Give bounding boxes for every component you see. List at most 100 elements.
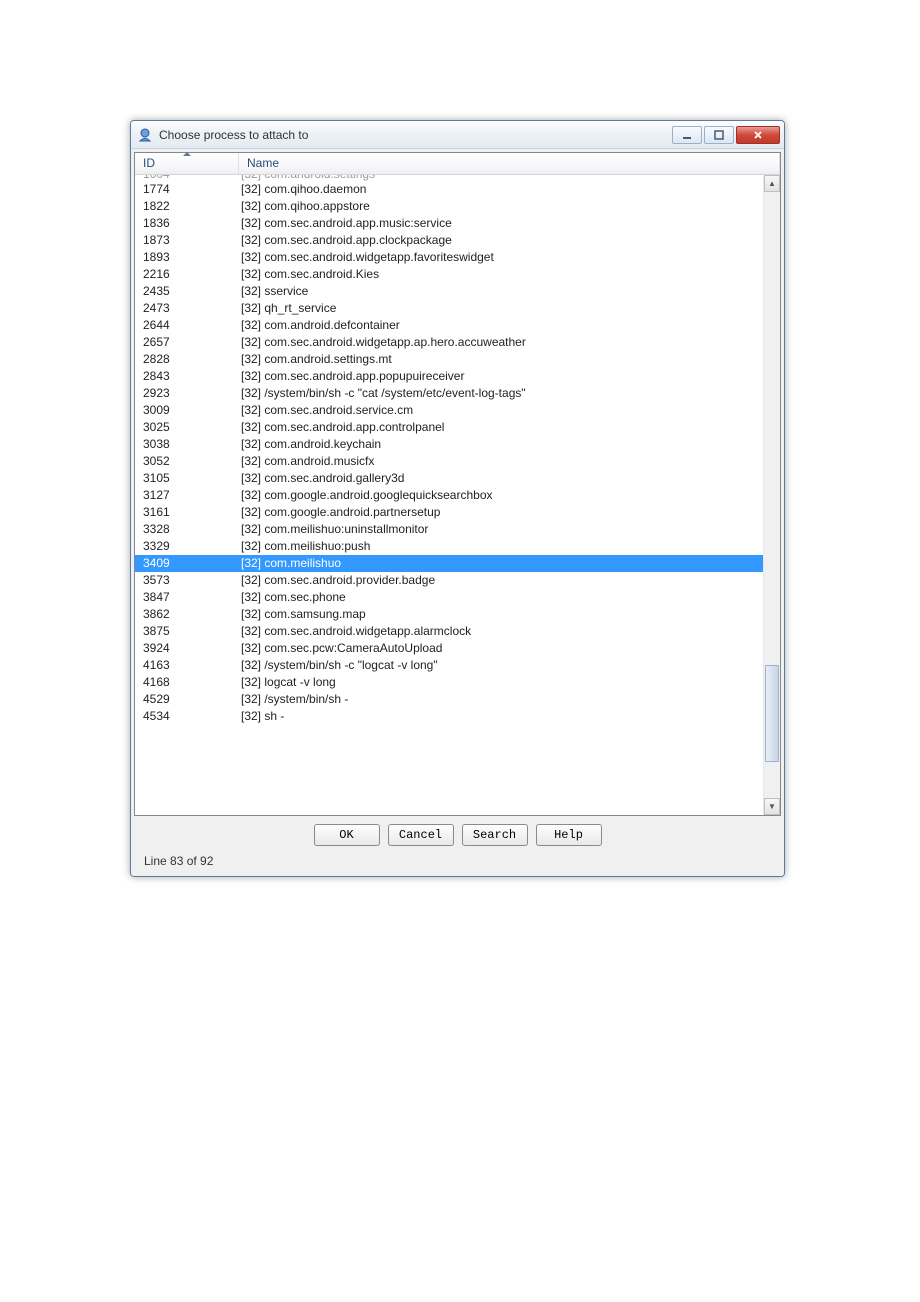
table-row[interactable]: 3328[32] com.meilishuo:uninstallmonitor (135, 521, 780, 538)
scroll-thumb[interactable] (765, 665, 779, 762)
table-row[interactable]: 2923[32] /system/bin/sh -c "cat /system/… (135, 385, 780, 402)
table-row[interactable]: 1822[32] com.qihoo.appstore (135, 198, 780, 215)
titlebar[interactable]: Choose process to attach to (131, 121, 784, 149)
cell-id: 4529 (135, 691, 239, 708)
cell-name: [32] com.sec.android.provider.badge (239, 572, 780, 589)
bottom-area: OK Cancel Search Help Line 83 of 92 (134, 816, 781, 870)
table-row[interactable]: 3161[32] com.google.android.partnersetup (135, 504, 780, 521)
table-row[interactable]: 3329[32] com.meilishuo:push (135, 538, 780, 555)
table-row[interactable]: 1873[32] com.sec.android.app.clockpackag… (135, 232, 780, 249)
cell-id: 3127 (135, 487, 239, 504)
table-row[interactable]: 2644[32] com.android.defcontainer (135, 317, 780, 334)
minimize-button[interactable] (672, 126, 702, 144)
table-row[interactable]: 1893[32] com.sec.android.widgetapp.favor… (135, 249, 780, 266)
table-row[interactable]: 3847[32] com.sec.phone (135, 589, 780, 606)
table-row[interactable]: 1774[32] com.qihoo.daemon (135, 181, 780, 198)
table-row[interactable]: 2657[32] com.sec.android.widgetapp.ap.he… (135, 334, 780, 351)
app-icon (137, 127, 153, 143)
table-row[interactable]: 3573[32] com.sec.android.provider.badge (135, 572, 780, 589)
cell-name: [32] sservice (239, 283, 780, 300)
sort-indicator-icon (183, 152, 191, 156)
table-row[interactable]: 3924[32] com.sec.pcw:CameraAutoUpload (135, 640, 780, 657)
process-list: ID Name 1604[32] com.android.settings177… (134, 152, 781, 816)
maximize-button[interactable] (704, 126, 734, 144)
list-header: ID Name (135, 153, 780, 175)
table-row[interactable]: 3409[32] com.meilishuo (135, 555, 780, 572)
table-row[interactable]: 3052[32] com.android.musicfx (135, 453, 780, 470)
cell-id: 2435 (135, 283, 239, 300)
cell-id: 2828 (135, 351, 239, 368)
vertical-scrollbar[interactable]: ▲ ▼ (763, 175, 780, 815)
cell-name: [32] com.android.defcontainer (239, 317, 780, 334)
column-id-label: ID (143, 156, 155, 170)
cell-name: [32] com.android.keychain (239, 436, 780, 453)
cell-name: [32] com.sec.android.app.controlpanel (239, 419, 780, 436)
cell-name: [32] com.meilishuo (239, 555, 780, 572)
table-row[interactable]: 4529[32] /system/bin/sh - (135, 691, 780, 708)
cell-name: [32] com.sec.android.widgetapp.favorites… (239, 249, 780, 266)
cell-name: [32] /system/bin/sh -c "logcat -v long" (239, 657, 780, 674)
table-row[interactable]: 3875[32] com.sec.android.widgetapp.alarm… (135, 623, 780, 640)
cell-name: [32] com.qihoo.daemon (239, 181, 780, 198)
cell-name: [32] com.android.musicfx (239, 453, 780, 470)
cell-id: 3161 (135, 504, 239, 521)
table-row[interactable]: 2828[32] com.android.settings.mt (135, 351, 780, 368)
scroll-down-button[interactable]: ▼ (764, 798, 780, 815)
table-row[interactable]: 3038[32] com.android.keychain (135, 436, 780, 453)
table-row[interactable]: 2216[32] com.sec.android.Kies (135, 266, 780, 283)
table-row[interactable]: 3009[32] com.sec.android.service.cm (135, 402, 780, 419)
cancel-button[interactable]: Cancel (388, 824, 454, 846)
ok-button[interactable]: OK (314, 824, 380, 846)
table-row[interactable]: 3105[32] com.sec.android.gallery3d (135, 470, 780, 487)
window-title: Choose process to attach to (159, 128, 670, 142)
table-row[interactable]: 4168[32] logcat -v long (135, 674, 780, 691)
cell-id: 2923 (135, 385, 239, 402)
column-header-name[interactable]: Name (239, 153, 780, 174)
cell-name: [32] com.meilishuo:push (239, 538, 780, 555)
cell-id: 1893 (135, 249, 239, 266)
cell-name: [32] com.android.settings.mt (239, 351, 780, 368)
cell-name: [32] com.sec.pcw:CameraAutoUpload (239, 640, 780, 657)
table-row[interactable]: 3862[32] com.samsung.map (135, 606, 780, 623)
cell-id: 3025 (135, 419, 239, 436)
cell-name: [32] qh_rt_service (239, 300, 780, 317)
table-row[interactable]: 4534[32] sh - (135, 708, 780, 725)
table-row[interactable]: 2435[32] sservice (135, 283, 780, 300)
table-row[interactable]: 2473[32] qh_rt_service (135, 300, 780, 317)
cell-id: 3038 (135, 436, 239, 453)
cell-name: [32] logcat -v long (239, 674, 780, 691)
cell-id: 1836 (135, 215, 239, 232)
cell-name: [32] /system/bin/sh -c "cat /system/etc/… (239, 385, 780, 402)
cell-id: 2644 (135, 317, 239, 334)
client-area: ID Name 1604[32] com.android.settings177… (131, 149, 784, 876)
scroll-track[interactable] (764, 192, 780, 798)
cell-id: 3009 (135, 402, 239, 419)
scroll-up-button[interactable]: ▲ (764, 175, 780, 192)
cell-id: 3847 (135, 589, 239, 606)
cell-name: [32] sh - (239, 708, 780, 725)
cell-id: 3924 (135, 640, 239, 657)
cell-name: [32] com.sec.android.widgetapp.ap.hero.a… (239, 334, 780, 351)
table-row[interactable]: 4163[32] /system/bin/sh -c "logcat -v lo… (135, 657, 780, 674)
column-name-label: Name (247, 156, 279, 170)
cell-id: 1873 (135, 232, 239, 249)
search-button[interactable]: Search (462, 824, 528, 846)
table-row[interactable]: 1836[32] com.sec.android.app.music:servi… (135, 215, 780, 232)
table-row[interactable]: 3025[32] com.sec.android.app.controlpane… (135, 419, 780, 436)
close-button[interactable] (736, 126, 780, 144)
table-row[interactable]: 3127[32] com.google.android.googlequicks… (135, 487, 780, 504)
cell-name: [32] com.google.android.googlequicksearc… (239, 487, 780, 504)
cell-name: [32] com.google.android.partnersetup (239, 504, 780, 521)
column-header-id[interactable]: ID (135, 153, 239, 174)
list-body[interactable]: 1604[32] com.android.settings1774[32] co… (135, 175, 780, 815)
cell-name: [32] com.qihoo.appstore (239, 198, 780, 215)
cell-name: [32] com.meilishuo:uninstallmonitor (239, 521, 780, 538)
help-button[interactable]: Help (536, 824, 602, 846)
cell-id: 1774 (135, 181, 239, 198)
cell-id: 4168 (135, 674, 239, 691)
cell-name: [32] com.samsung.map (239, 606, 780, 623)
table-row[interactable]: 2843[32] com.sec.android.app.popupuirece… (135, 368, 780, 385)
cell-id: 2657 (135, 334, 239, 351)
cell-id: 3409 (135, 555, 239, 572)
cell-id: 2216 (135, 266, 239, 283)
